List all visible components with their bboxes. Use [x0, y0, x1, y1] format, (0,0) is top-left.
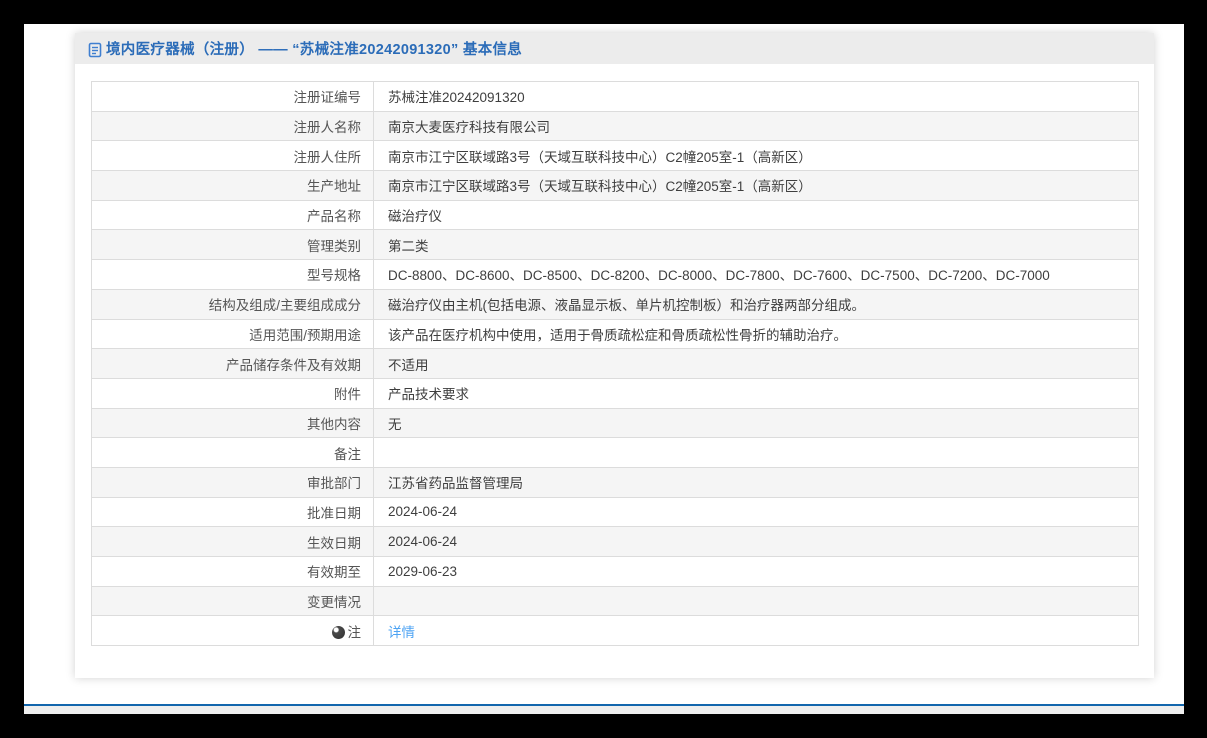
table-row: 结构及组成/主要组成成分 磁治疗仪由主机(包括电源、液晶显示板、单片机控制板）和治…: [91, 288, 1139, 320]
table-row: 适用范围/预期用途 该产品在医疗机构中使用，适用于骨质疏松症和骨质疏松性骨折的辅助…: [91, 318, 1139, 350]
row-value: 详情: [373, 615, 1139, 647]
row-label: 生效日期: [91, 526, 374, 557]
row-value: 苏械注准20242091320: [373, 81, 1139, 112]
row-value: 产品技术要求: [373, 377, 1139, 409]
row-label: 审批部门: [91, 466, 374, 498]
row-value: 第二类: [373, 229, 1139, 261]
registration-info-table: 注册证编号 苏械注准20242091320 注册人名称 南京大麦医疗科技有限公司 注册人…: [91, 81, 1139, 647]
info-card: 境内医疗器械（注册） —— “苏械注准20242091320” 基本信息 注册证…: [75, 33, 1154, 678]
row-label: 注: [91, 615, 374, 647]
row-label-text: 注: [347, 624, 362, 640]
row-label: 注册证编号: [91, 81, 374, 112]
row-value: 江苏省药品监督管理局: [373, 466, 1139, 498]
row-label: 备注: [91, 437, 374, 468]
row-label: 注册人住所: [91, 140, 374, 172]
row-label: 批准日期: [91, 496, 374, 528]
document-icon: [88, 42, 102, 58]
row-value: DC-8800、DC-8600、DC-8500、DC-8200、DC-8000、…: [373, 259, 1139, 290]
row-value: 南京市江宁区联域路3号（天域互联科技中心）C2幢205室-1（高新区）: [373, 140, 1139, 172]
row-value: 该产品在医疗机构中使用，适用于骨质疏松症和骨质疏松性骨折的辅助治疗。: [373, 318, 1139, 350]
row-label: 管理类别: [91, 229, 374, 261]
row-value: 磁治疗仪: [373, 199, 1139, 231]
table-row: 管理类别 第二类: [91, 229, 1139, 261]
note-icon: [331, 625, 345, 639]
table-row: 型号规格 DC-8800、DC-8600、DC-8500、DC-8200、DC-8…: [91, 259, 1139, 290]
row-label: 有效期至: [91, 556, 374, 587]
row-value: 无: [373, 407, 1139, 439]
row-label: 适用范围/预期用途: [91, 318, 374, 350]
card-title-bar: 境内医疗器械（注册） —— “苏械注准20242091320” 基本信息: [75, 33, 1154, 64]
table-row: 备注: [91, 437, 1139, 468]
table-row: 其他内容无: [91, 407, 1139, 439]
table-row: 产品储存条件及有效期 不适用: [91, 348, 1139, 379]
page: 境内医疗器械（注册） —— “苏械注准20242091320” 基本信息 注册证…: [24, 24, 1184, 714]
table-row: 有效期至 2029-06-23: [91, 556, 1139, 587]
row-value: 2024-06-24: [373, 526, 1139, 557]
table-row: 生产地址 南京市江宁区联域路3号（天域互联科技中心）C2幢205室-1（高新区）: [91, 170, 1139, 201]
row-value: 磁治疗仪由主机(包括电源、液晶显示板、单片机控制板）和治疗器两部分组成。: [373, 288, 1139, 320]
table-row: 附件 产品技术要求: [91, 377, 1139, 409]
page-title: 境内医疗器械（注册） —— “苏械注准20242091320” 基本信息: [106, 42, 523, 58]
details-link[interactable]: 详情: [388, 625, 415, 640]
row-value: 2029-06-23: [373, 556, 1139, 587]
table-row: 注 详情: [91, 615, 1139, 647]
row-label: 其他内容: [91, 407, 374, 439]
row-label: 附件: [91, 377, 374, 409]
row-label: 变更情况: [91, 585, 374, 617]
row-label: 结构及组成/主要组成成分: [91, 288, 374, 320]
table-row: 注册人住所 南京市江宁区联域路3号（天域互联科技中心）C2幢205室-1（高新区）: [91, 140, 1139, 172]
row-value: 南京市江宁区联域路3号（天域互联科技中心）C2幢205室-1（高新区）: [373, 170, 1139, 201]
row-value: 2024-06-24: [373, 496, 1139, 528]
table-wrap: 注册证编号 苏械注准20242091320 注册人名称 南京大麦医疗科技有限公司 注册人…: [91, 81, 1139, 647]
row-label: 产品名称: [91, 199, 374, 231]
table-row: 注册人名称 南京大麦医疗科技有限公司: [91, 110, 1139, 142]
page-footer: [24, 704, 1184, 714]
table-row: 产品名称 磁治疗仪: [91, 199, 1139, 231]
info-table-body: 注册证编号 苏械注准20242091320 注册人名称 南京大麦医疗科技有限公司 注册人…: [91, 81, 1139, 647]
row-label: 注册人名称: [91, 110, 374, 142]
row-value: [373, 585, 1139, 617]
table-row: 生效日期 2024-06-24: [91, 526, 1139, 557]
row-value: 南京大麦医疗科技有限公司: [373, 110, 1139, 142]
row-label: 型号规格: [91, 259, 374, 290]
table-row: 审批部门 江苏省药品监督管理局: [91, 466, 1139, 498]
table-row: 批准日期 2024-06-24: [91, 496, 1139, 528]
row-label: 生产地址: [91, 170, 374, 201]
row-value: 不适用: [373, 348, 1139, 379]
table-row: 注册证编号 苏械注准20242091320: [91, 81, 1139, 112]
row-value: [373, 437, 1139, 468]
row-label: 产品储存条件及有效期: [91, 348, 374, 379]
table-row: 变更情况: [91, 585, 1139, 617]
